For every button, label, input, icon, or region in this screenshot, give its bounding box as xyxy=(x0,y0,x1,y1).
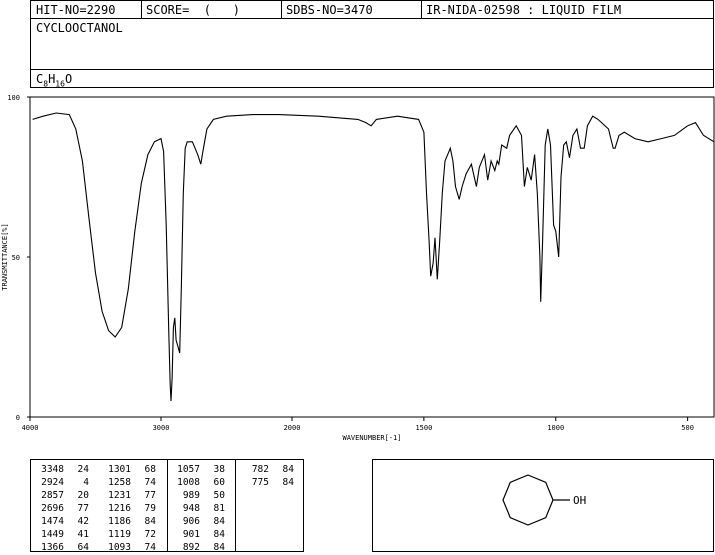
peak-col2-transmittance: 68 74 77 79 84 72 74 xyxy=(144,464,156,553)
x-tick-label: 500 xyxy=(681,424,694,432)
y-tick-label: 100 xyxy=(7,94,20,102)
x-tick-label: 1500 xyxy=(415,424,432,432)
x-tick-label: 4000 xyxy=(22,424,39,432)
y-axis-label: TRANSMITTANCE[%] xyxy=(1,223,9,290)
plot-frame xyxy=(29,96,715,418)
peak-col1-wavenumber: 3348 2924 2857 2696 1474 1449 1366 xyxy=(41,464,64,553)
cyclooctanol-structure: OH xyxy=(502,474,586,526)
peak-col3-transmittance: 38 60 50 81 84 84 84 xyxy=(213,464,225,553)
hydroxyl-label: OH xyxy=(573,494,586,507)
x-tick-label: 2000 xyxy=(284,424,301,432)
structure-box: OH xyxy=(372,459,714,552)
peak-col4-transmittance: 84 84 xyxy=(282,464,294,488)
x-axis-label: WAVENUMBER[-1] xyxy=(342,434,401,442)
ir-spectrum-chart: 4000 3000 2000 1500 1000 500 0 50 100 WAVENUMBE… xyxy=(1,94,715,442)
peak-col4-wavenumber: 782 775 xyxy=(251,464,269,488)
x-tick-label: 1000 xyxy=(547,424,564,432)
peak-col2-wavenumber: 1301 1258 1231 1216 1186 1119 1093 xyxy=(108,464,131,553)
y-tick-label: 0 xyxy=(16,414,20,422)
y-tick-label: 50 xyxy=(12,254,20,262)
cyclooctane-ring xyxy=(502,474,554,526)
spectrum-line xyxy=(32,112,715,402)
peak-col3-wavenumber: 1057 1008 989 948 906 901 892 xyxy=(177,464,200,553)
x-tick-label: 3000 xyxy=(153,424,170,432)
peak-col1-transmittance: 24 4 20 77 42 41 64 xyxy=(77,464,89,553)
peak-table: 3348 2924 2857 2696 1474 1449 1366 24 4 … xyxy=(30,459,304,553)
